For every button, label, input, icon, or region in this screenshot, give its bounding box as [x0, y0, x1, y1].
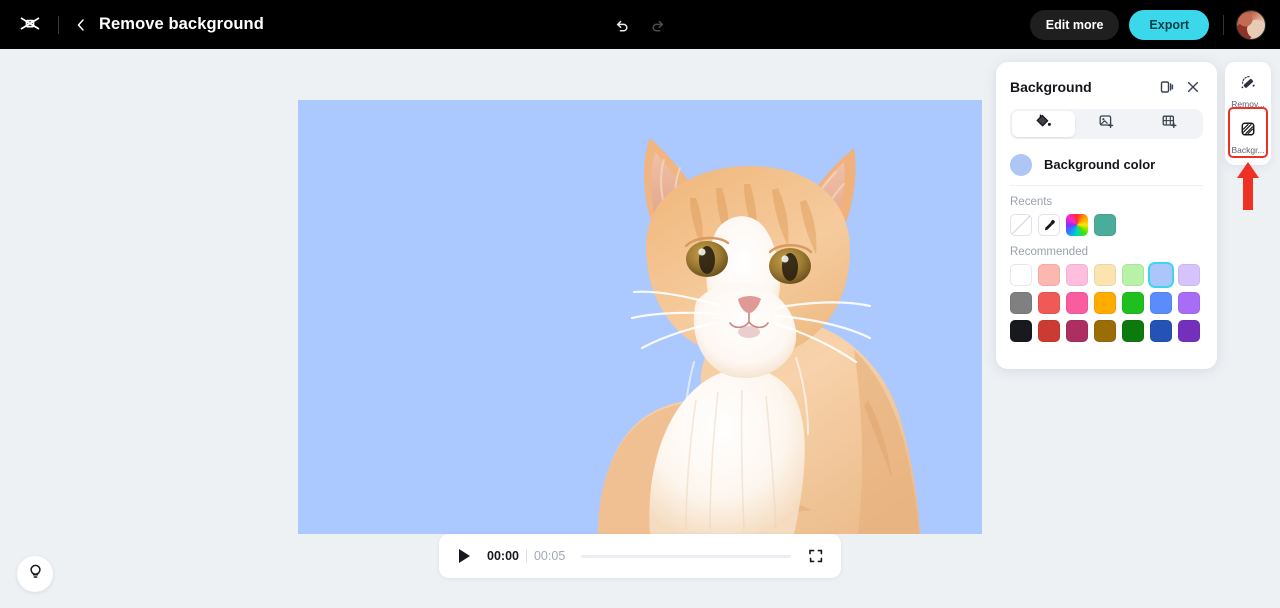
rail-item-background[interactable]: Backgr...: [1228, 115, 1268, 160]
swatch-r1c2[interactable]: [1038, 264, 1060, 286]
top-bar-actions: Edit more Export: [1029, 9, 1266, 40]
rail-item-label: Remov...: [1231, 98, 1265, 109]
top-bar: Remove background Edit more Export: [0, 0, 1280, 49]
rail-item-label: Backgr...: [1231, 145, 1265, 155]
swatch-r1c3[interactable]: [1066, 264, 1088, 286]
swatch-r2c7[interactable]: [1178, 292, 1200, 314]
divider: [1223, 14, 1224, 35]
swatch-r2c6[interactable]: [1150, 292, 1172, 314]
recents-swatches: [1010, 214, 1203, 236]
current-time: 00:00: [487, 549, 519, 563]
background-panel: Background Background color Recents Reco…: [996, 62, 1217, 369]
swatch-row: [1010, 264, 1203, 286]
recommended-swatch-grid: [1010, 264, 1203, 342]
swatch-r2c5[interactable]: [1122, 292, 1144, 314]
redo-button[interactable]: [645, 12, 671, 38]
swatch-r3c1[interactable]: [1010, 320, 1032, 342]
player-controls: 00:00 00:05: [439, 534, 841, 578]
swatch-r1c1[interactable]: [1010, 264, 1032, 286]
swatch-r1c7[interactable]: [1178, 264, 1200, 286]
swatch-r3c3[interactable]: [1066, 320, 1088, 342]
export-button[interactable]: Export: [1129, 9, 1209, 40]
tab-image[interactable]: [1075, 111, 1138, 137]
capcut-logo-icon[interactable]: [16, 11, 44, 39]
edit-more-button[interactable]: Edit more: [1029, 9, 1120, 40]
swatch-r1c5[interactable]: [1122, 264, 1144, 286]
total-time: 00:05: [533, 549, 566, 563]
tab-color[interactable]: [1012, 111, 1075, 137]
background-color-label: Background color: [1044, 157, 1156, 172]
swatch-r2c2[interactable]: [1038, 292, 1060, 314]
undo-redo-group: [609, 12, 671, 38]
swatch-row: [1010, 292, 1203, 314]
swatch-r2c3[interactable]: [1066, 292, 1088, 314]
magic-wand-icon: [1238, 73, 1258, 98]
divider: [58, 15, 59, 34]
capcut-editor-window: Remove background Edit more Export 00:00…: [0, 0, 1280, 608]
progress-slider[interactable]: [581, 554, 791, 558]
paint-bucket-icon: [1035, 113, 1052, 135]
swatch-r3c4[interactable]: [1094, 320, 1116, 342]
back-button[interactable]: [71, 15, 91, 35]
background-type-tabs: [1010, 109, 1203, 139]
recommended-label: Recommended: [1010, 246, 1088, 258]
swatch-color-wheel[interactable]: [1066, 214, 1088, 236]
tools-rail: Remov... Backgr...: [1225, 62, 1271, 165]
eyedropper-icon: [1044, 219, 1055, 230]
swatch-transparent[interactable]: [1010, 214, 1032, 236]
swatch-r2c1[interactable]: [1010, 292, 1032, 314]
play-button[interactable]: [455, 547, 473, 565]
undo-button[interactable]: [609, 12, 635, 38]
background-color-swatch[interactable]: [1010, 153, 1032, 176]
tips-button[interactable]: [17, 556, 53, 592]
swatch-r3c2[interactable]: [1038, 320, 1060, 342]
close-icon[interactable]: [1183, 77, 1203, 97]
tab-video[interactable]: [1138, 111, 1201, 137]
background-color-row: Background color: [1010, 144, 1203, 186]
user-avatar[interactable]: [1236, 9, 1266, 40]
dock-panel-icon[interactable]: [1157, 77, 1177, 97]
panel-title: Background: [1010, 79, 1092, 95]
swatch-r3c6[interactable]: [1150, 320, 1172, 342]
page-title: Remove background: [99, 15, 264, 33]
time-divider: [525, 550, 527, 562]
lightbulb-icon: [27, 563, 44, 585]
swatch-recent-teal[interactable]: [1094, 214, 1116, 236]
swatch-row: [1010, 320, 1203, 342]
background-fill-icon: [1238, 119, 1258, 144]
recents-label: Recents: [1010, 196, 1053, 208]
add-image-icon: [1098, 113, 1115, 135]
rail-item-remove-background[interactable]: Remov...: [1228, 68, 1268, 113]
swatch-eyedropper[interactable]: [1038, 214, 1060, 236]
swatch-r2c4[interactable]: [1094, 292, 1116, 314]
swatch-r1c6[interactable]: [1150, 264, 1172, 286]
swatch-r3c7[interactable]: [1178, 320, 1200, 342]
fullscreen-button[interactable]: [807, 547, 825, 565]
preview-canvas[interactable]: [298, 100, 982, 534]
swatch-r3c5[interactable]: [1122, 320, 1144, 342]
panel-header: Background: [1010, 67, 1203, 107]
cat-subject-image: [598, 138, 920, 534]
add-video-icon: [1161, 113, 1178, 135]
swatch-r1c4[interactable]: [1094, 264, 1116, 286]
